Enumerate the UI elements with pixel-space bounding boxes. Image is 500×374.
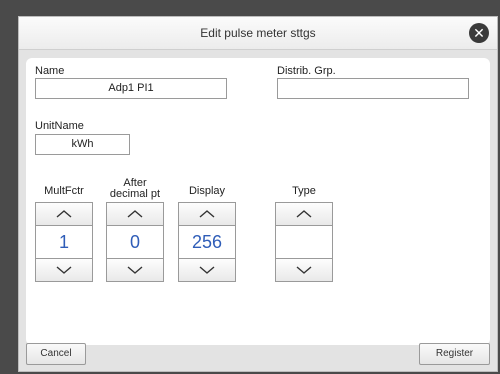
after-decimal-pt-down-button[interactable] — [107, 258, 163, 281]
multfctr-label: MultFctr — [44, 185, 84, 197]
chevron-up-icon — [296, 210, 312, 218]
multfctr-value: 1 — [58, 232, 69, 252]
type-up-button[interactable] — [276, 203, 332, 226]
display-spinner: 256 — [178, 202, 236, 282]
type-value — [276, 225, 332, 259]
chevron-up-icon — [127, 210, 143, 218]
display-down-button[interactable] — [179, 258, 235, 281]
type-spinner — [275, 202, 333, 282]
multfctr-down-button[interactable] — [36, 258, 92, 281]
after-decimal-pt-up-button[interactable] — [107, 203, 163, 226]
after-decimal-pt-spinner: 0 — [106, 202, 164, 282]
chevron-down-icon — [296, 266, 312, 274]
after-decimal-pt-label: After decimal pt — [109, 177, 161, 200]
unitname-field[interactable]: kWh — [35, 134, 130, 155]
display-label: Display — [188, 185, 226, 197]
distrib-grp-label: Distrib. Grp. — [277, 65, 336, 77]
multfctr-spinner: 1 — [35, 202, 93, 282]
display-value: 256 — [191, 232, 223, 252]
name-field[interactable]: Adp1 PI1 — [35, 78, 227, 99]
name-label: Name — [35, 65, 65, 77]
chevron-down-icon — [127, 266, 143, 274]
chevron-down-icon — [199, 266, 215, 274]
multfctr-up-button[interactable] — [36, 203, 92, 226]
dialog-title: Edit pulse meter sttgs — [200, 26, 316, 40]
after-decimal-pt-value: 0 — [129, 232, 140, 252]
distrib-grp-field[interactable] — [277, 78, 469, 99]
register-button[interactable]: Register — [419, 343, 490, 365]
settings-panel: Name Adp1 PI1 Distrib. Grp. UnitName kWh… — [26, 58, 490, 345]
cancel-button[interactable]: Cancel — [26, 343, 86, 365]
chevron-up-icon — [56, 210, 72, 218]
edit-pulse-meter-dialog: Edit pulse meter sttgs ✕ Name Adp1 PI1 D… — [18, 16, 498, 372]
dialog-titlebar: Edit pulse meter sttgs ✕ — [19, 17, 497, 50]
unitname-label: UnitName — [35, 120, 84, 132]
type-label: Type — [292, 185, 316, 197]
display-up-button[interactable] — [179, 203, 235, 226]
close-icon[interactable]: ✕ — [469, 23, 489, 43]
type-down-button[interactable] — [276, 258, 332, 281]
chevron-up-icon — [199, 210, 215, 218]
chevron-down-icon — [56, 266, 72, 274]
